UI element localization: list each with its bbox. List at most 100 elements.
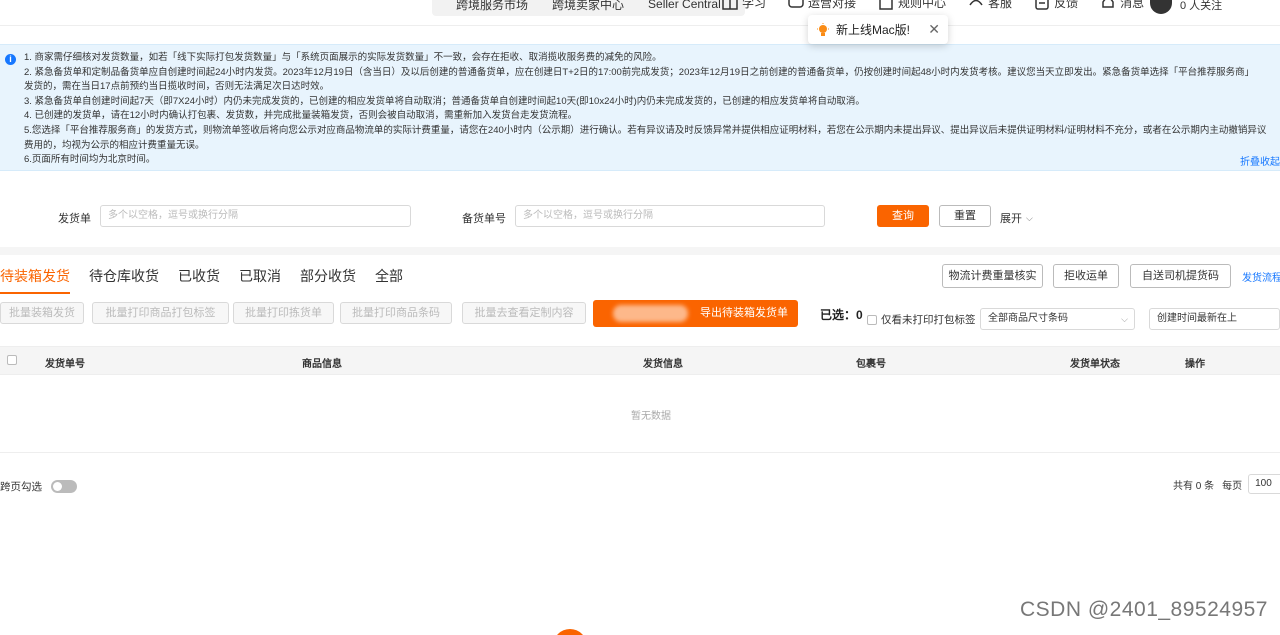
search-panel: 发货单 多个以空格，逗号或换行分隔 备货单号 多个以空格，逗号或换行分隔 查询 …: [0, 171, 1280, 247]
notice-line: 发货的，需在当日17点前预约当日揽收时间，否则无法满足次日达时效。: [24, 81, 330, 93]
batch-print-barcode-button[interactable]: 批量打印商品条码: [340, 302, 452, 324]
cross-page-toggle[interactable]: [51, 480, 77, 493]
size-select-value: 全部商品尺寸条码: [988, 313, 1068, 324]
tab-cancelled[interactable]: 已取消: [239, 266, 281, 294]
selected-number: 0: [856, 308, 863, 322]
floating-button[interactable]: [553, 629, 587, 635]
popup-text: 新上线Mac版!: [836, 23, 911, 37]
batch-print-pick-list-button[interactable]: 批量打印拣货单: [233, 302, 334, 324]
reject-waybill-button[interactable]: 拒收运单: [1053, 264, 1119, 288]
top-nav: 跨境服务市场 跨境卖家中心 Seller Central 学习 运营对接 规则中…: [0, 0, 1280, 26]
feedback-icon: [1035, 0, 1049, 10]
nav-service-label: 客服: [988, 0, 1013, 10]
notice-line: 2. 紧急备货单和定制品备货单应自创建时间起24小时内发货。2023年12月19…: [24, 66, 1255, 78]
top-nav-right: 学习 运营对接 规则中心 客服 反馈 消息: [722, 0, 1166, 11]
cross-page-label: 跨页勾选: [0, 481, 42, 493]
unprinted-filter[interactable]: 仅看未打印打包标签: [867, 312, 976, 327]
follow-count: 0 人关注: [1180, 0, 1223, 12]
nav-ops[interactable]: 运营对接: [788, 0, 856, 11]
table-body: 暂无数据: [0, 375, 1280, 453]
ship-order-label: 发货单: [58, 213, 91, 225]
nav-message-label: 消息: [1120, 0, 1145, 10]
watermark: CSDN @2401_89524957: [1020, 598, 1268, 621]
unprinted-checkbox[interactable]: [867, 314, 877, 325]
nav-feedback[interactable]: 反馈: [1034, 0, 1078, 11]
info-icon: i: [5, 54, 16, 65]
unprinted-label: 仅看未打印打包标签: [881, 314, 976, 326]
pagination: 共有 0 条 每页 100: [1173, 474, 1280, 494]
selected-count: 已选：0: [820, 306, 863, 323]
th-package: 包裹号: [856, 359, 886, 370]
notice-line: 5.您选择「平台推荐服务商」的发货方式，则物流单签收后将向您公示对应商品物流单的…: [24, 124, 1267, 136]
nav-rules[interactable]: 规则中心: [878, 0, 946, 11]
stock-order-input[interactable]: 多个以空格，逗号或换行分隔: [515, 205, 825, 227]
table-header: 发货单号 商品信息 发货信息 包裹号 发货单状态 操作: [0, 346, 1280, 375]
tab-pending-receive[interactable]: 待仓库收货: [89, 266, 159, 294]
nav-service[interactable]: 客服: [968, 0, 1012, 11]
size-barcode-select[interactable]: 全部商品尺寸条码 ⌵: [980, 308, 1135, 330]
headset-icon: [969, 0, 983, 5]
rules-icon: [879, 0, 893, 10]
batch-pack-ship-button[interactable]: 批量装箱发货: [0, 302, 84, 324]
chevron-down-icon: ⌵: [1026, 212, 1033, 223]
select-all-checkbox[interactable]: [7, 355, 17, 365]
chevron-down-icon: ⌵: [1121, 314, 1128, 324]
link-seller-central[interactable]: Seller Central: [648, 0, 721, 11]
per-page-label: 每页: [1222, 480, 1243, 492]
expand-label: 展开: [1000, 213, 1022, 225]
tab-partial[interactable]: 部分收货: [300, 266, 356, 294]
driver-pickup-code-button[interactable]: 自送司机提货码: [1130, 264, 1231, 288]
tab-pending-pack[interactable]: 待装箱发货: [0, 266, 70, 294]
tab-all[interactable]: 全部: [375, 266, 403, 294]
book-icon: [722, 0, 738, 10]
weight-check-button[interactable]: 物流计费重量核实: [942, 264, 1043, 288]
link-service-market[interactable]: 跨境服务市场: [456, 0, 528, 13]
th-status: 发货单状态: [1070, 359, 1120, 370]
selected-label: 已选：: [820, 308, 857, 322]
batch-view-custom-button[interactable]: 批量去查看定制内容: [462, 302, 586, 324]
sort-select-value: 创建时间最新在上: [1157, 313, 1237, 324]
batch-print-pack-label-button[interactable]: 批量打印商品打包标签: [92, 302, 229, 324]
nav-learn[interactable]: 学习: [722, 0, 766, 11]
nav-learn-label: 学习: [742, 0, 767, 10]
follow-info[interactable]: 0 人关注: [1150, 0, 1222, 14]
th-actions: 操作: [1185, 359, 1205, 370]
bell-icon: [1102, 0, 1114, 8]
shipping-flow-link[interactable]: 发货流程: [1242, 269, 1280, 284]
notice-line: 3. 紧急备货单自创建时间起7天（即7X24小时）内仍未完成发货的，已创建的相应…: [24, 95, 865, 107]
th-ship-info: 发货信息: [643, 359, 683, 370]
export-button[interactable]: 导出待装箱发货单: [593, 300, 798, 327]
nav-message[interactable]: 消息: [1100, 0, 1144, 11]
status-tabs: 待装箱发货 待仓库收货 已收货 已取消 部分收货 全部: [0, 266, 422, 294]
mac-version-popup: 新上线Mac版! ✕: [808, 15, 948, 44]
notice-line: 4. 已创建的发货单，请在12小时内确认打包裹、发货数，并完成批量装箱发货，否则…: [24, 110, 578, 122]
sort-select[interactable]: 创建时间最新在上: [1149, 308, 1280, 330]
notice-banner: i 1. 商家需仔细核对发货数量，如若「线下实际打包发货数量」与「系统页面展示的…: [0, 44, 1280, 171]
nav-rules-label: 规则中心: [898, 0, 947, 10]
close-icon[interactable]: ✕: [928, 21, 940, 38]
chat-icon: [788, 0, 804, 8]
th-ship-no: 发货单号: [45, 359, 85, 370]
notice-line: 费用的，均视为公示的相应计费重量无误。: [24, 139, 205, 151]
lightbulb-icon: [817, 22, 829, 36]
notice-line: 1. 商家需仔细核对发货数量，如若「线下实际打包发货数量」与「系统页面展示的实际…: [24, 52, 662, 63]
top-nav-links: 跨境服务市场 跨境卖家中心 Seller Central: [432, 0, 745, 16]
nav-feedback-label: 反馈: [1054, 0, 1079, 10]
link-seller-center[interactable]: 跨境卖家中心: [552, 0, 624, 13]
nav-ops-label: 运营对接: [808, 0, 857, 10]
section-divider: [0, 247, 1280, 255]
notice-line: 6.页面所有时间均为北京时间。: [24, 154, 156, 166]
th-product: 商品信息: [302, 359, 342, 370]
tab-received[interactable]: 已收货: [178, 266, 220, 294]
total-count: 共有 0 条: [1173, 480, 1215, 492]
cross-page-select: 跨页勾选: [0, 479, 77, 494]
expand-toggle[interactable]: 展开 ⌵: [1000, 210, 1033, 226]
reset-button[interactable]: 重置: [939, 205, 991, 227]
notice-lines: 1. 商家需仔细核对发货数量，如若「线下实际打包发货数量」与「系统页面展示的实际…: [24, 51, 1280, 168]
collapse-link[interactable]: 折叠收起: [1240, 153, 1280, 168]
empty-state: 暂无数据: [631, 411, 671, 422]
query-button[interactable]: 查询: [877, 205, 929, 227]
page-size-select[interactable]: 100: [1248, 474, 1280, 494]
avatar: [1150, 0, 1172, 14]
ship-order-input[interactable]: 多个以空格，逗号或换行分隔: [100, 205, 411, 227]
